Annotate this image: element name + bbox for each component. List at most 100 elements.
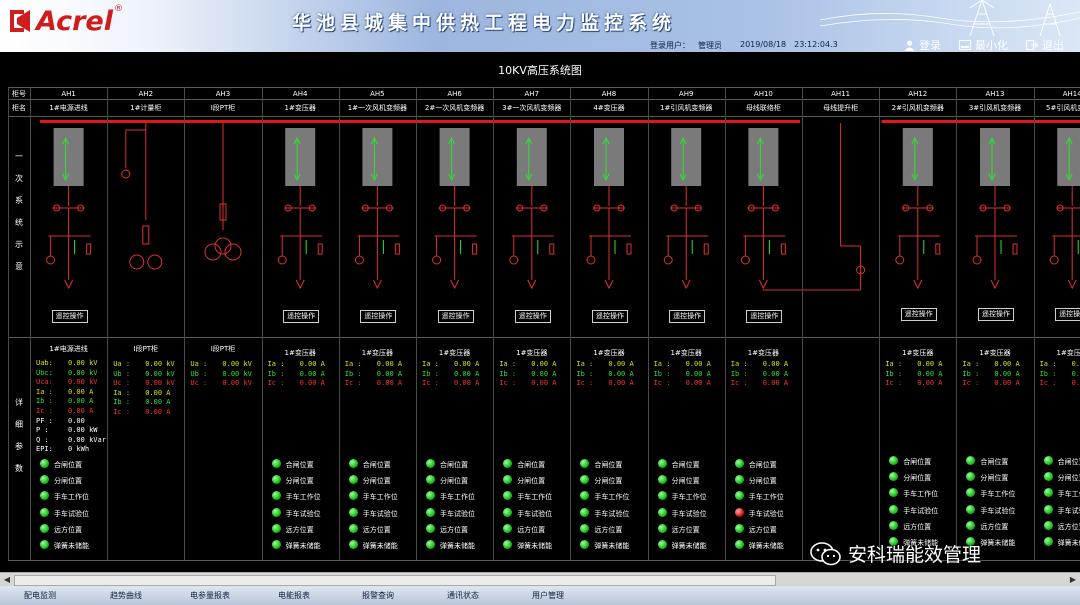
param-value: 0.00 A — [685, 379, 711, 388]
cabinet-name: 1#计量柜 — [130, 104, 162, 112]
cabinet-id: AH9 — [678, 90, 694, 98]
param-key: Ic : — [962, 379, 980, 388]
status-led-label: 分闸位置 — [285, 477, 314, 486]
status-led-label: 分闸位置 — [903, 474, 932, 483]
row-label-cabinet-id: 柜号 — [12, 90, 26, 98]
param-row: Ib : 0.00 A — [1040, 370, 1080, 378]
status-led-label: 弹簧未储能 — [440, 542, 475, 550]
status-led-label: 手车工作位 — [903, 490, 939, 499]
param-key: Ib : — [962, 369, 980, 378]
minimize-button[interactable]: 最小化 — [959, 37, 1008, 53]
nav-trend-curve[interactable]: 趋势曲线 — [110, 590, 142, 601]
grid-hline — [8, 337, 1080, 338]
status-led-label: 手车工作位 — [594, 493, 630, 502]
cabinet-name: 1#引风机变频器 — [660, 104, 713, 112]
status-led-icon — [657, 507, 667, 517]
header-bar: Acrel ® 华池县城集中供热工程电力监控系统 登录用户： 管理员 2019/… — [0, 0, 1080, 52]
remote-operate-button[interactable]: 遥控操作 — [283, 310, 320, 323]
status-led-label: 手车试验位 — [748, 509, 784, 518]
param-value: 0.00 A — [994, 360, 1020, 368]
status-led-icon — [657, 540, 667, 549]
status-led-label: 远方位置 — [903, 522, 932, 531]
logo-text: Acrel — [36, 5, 113, 37]
param-key: Ic : — [730, 379, 748, 388]
param-key: Ia : — [422, 360, 439, 368]
remote-operate-button[interactable]: 遥控操作 — [978, 308, 1014, 321]
status-led-icon — [657, 523, 667, 533]
param-key: Ib : — [499, 369, 517, 378]
nav-energy-report[interactable]: 电能报表 — [278, 590, 310, 601]
param-value: 0.00 A — [608, 360, 634, 368]
column-divider — [493, 87, 495, 560]
param-row: Q : 0.00 kVar — [36, 436, 106, 444]
param-title: 1#变压器 — [670, 349, 702, 357]
section-params-char: 细 — [15, 420, 23, 429]
param-row: Ib : 0.00 A — [268, 370, 335, 378]
param-key: Ic : — [36, 407, 53, 415]
remote-operate-button[interactable]: 遥控操作 — [746, 310, 783, 323]
param-value: 0.00 kV — [222, 360, 252, 368]
exit-button[interactable]: 退出 — [1026, 37, 1064, 53]
status-led-label: 分闸位置 — [54, 477, 82, 486]
cabinet-name: 母线提升柜 — [823, 104, 859, 112]
remote-operate-button[interactable]: 遥控操作 — [1055, 308, 1080, 321]
remote-operate-button[interactable]: 遥控操作 — [360, 310, 397, 323]
remote-operate-button[interactable]: 遥控操作 — [900, 308, 937, 321]
section-primary-char: 系 — [15, 196, 23, 205]
scroll-right-icon[interactable]: ▶ — [1067, 574, 1079, 586]
status-led-icon — [889, 504, 899, 514]
param-title: 1#变压器 — [284, 349, 316, 357]
status-led-icon — [580, 507, 590, 517]
status-led-label: 手车工作位 — [517, 493, 553, 502]
param-row: Ib : 0.00 A — [962, 370, 1029, 378]
param-value: 0.00 A — [299, 379, 325, 388]
status-led-icon — [271, 491, 281, 501]
remote-operate-button[interactable]: 遥控操作 — [51, 310, 88, 323]
section-primary-char: 一 — [15, 152, 23, 161]
nav-param-report[interactable]: 电参量报表 — [190, 590, 230, 601]
nav-power-monitor[interactable]: 配电监测 — [24, 590, 56, 601]
system-title: 华池县城集中供热工程电力监控系统 — [292, 12, 677, 34]
cabinet-id: AH8 — [601, 90, 617, 98]
column-divider — [1033, 87, 1035, 560]
nav-user-management[interactable]: 用户管理 — [532, 590, 564, 601]
param-key: Ic : — [267, 379, 285, 388]
param-row: Ic : 0.00 A — [422, 379, 489, 387]
remote-operate-button[interactable]: 遥控操作 — [514, 310, 551, 323]
login-button[interactable]: 登录 — [904, 37, 941, 53]
status-led-icon — [426, 540, 435, 549]
status-led-label: 远方位置 — [1057, 522, 1080, 531]
status-led-label: 合闸位置 — [362, 461, 391, 469]
scroll-left-icon[interactable]: ◀ — [1, 574, 13, 586]
param-row: Ib : 0.00 A — [731, 370, 798, 378]
param-row: Ic : 0.00 A — [36, 407, 103, 415]
column-divider — [879, 87, 881, 560]
nav-comm-status[interactable]: 通讯状态 — [447, 590, 479, 601]
status-led-icon — [426, 459, 435, 468]
remote-operate-button[interactable]: 遥控操作 — [592, 310, 628, 323]
param-key: Ia : — [267, 360, 285, 368]
status-led-icon — [1043, 504, 1053, 514]
section-params-char: 参 — [15, 442, 23, 451]
param-value: 0.00 kV — [145, 379, 175, 388]
status-led-label: 远方位置 — [362, 525, 391, 534]
param-value: 0.00 A — [531, 379, 557, 388]
param-value: 0.00 A — [68, 397, 94, 406]
param-value: 0.00 A — [1071, 379, 1080, 388]
remote-operate-button[interactable]: 遥控操作 — [669, 310, 706, 323]
remote-operate-button[interactable]: 遥控操作 — [437, 310, 474, 323]
status-led-label: 手车工作位 — [980, 490, 1016, 499]
status-led-label: 手车工作位 — [1057, 490, 1080, 499]
horizontal-scrollbar[interactable]: ◀ ▶ — [0, 572, 1080, 587]
scrollbar-thumb[interactable] — [14, 575, 776, 586]
status-led-label: 合闸位置 — [671, 461, 700, 469]
param-title: 1#电源进线 — [49, 345, 88, 353]
param-value: 0.00 kV — [145, 360, 175, 368]
param-value: 0.00 A — [917, 369, 943, 378]
param-row: Ib : 0.00 A — [345, 370, 412, 378]
status-led-label: 合闸位置 — [980, 458, 1009, 466]
nav-alarm-query[interactable]: 报警查询 — [362, 590, 394, 601]
param-row: Uab: 0.00 kV — [36, 359, 103, 367]
cabinet-name: 2#一次风机变频器 — [424, 104, 485, 112]
status-led-label: 手车工作位 — [54, 493, 89, 502]
